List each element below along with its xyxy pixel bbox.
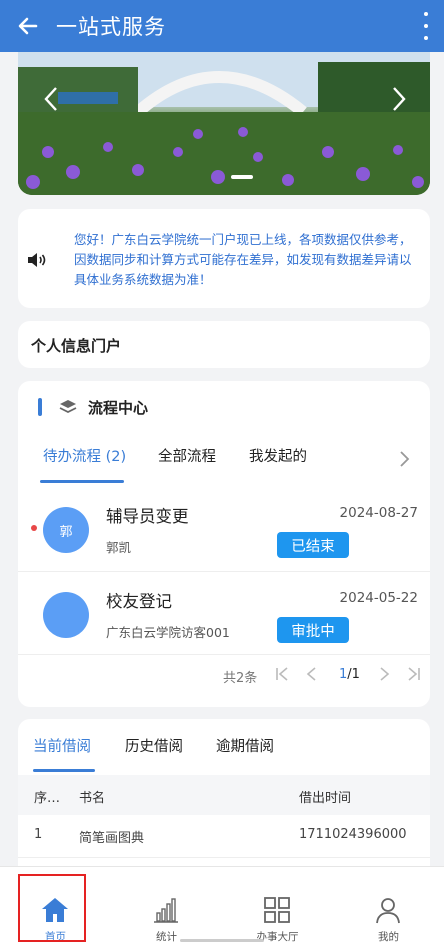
app-bar: 一站式服务: [0, 0, 444, 52]
carousel-indicator[interactable]: [231, 175, 253, 179]
back-arrow-icon: [18, 17, 38, 35]
process-title: 校友登记: [106, 592, 172, 611]
process-center-title: 流程中心: [88, 399, 149, 417]
table-row[interactable]: 1 简笔画图典 1711024396000: [18, 815, 430, 858]
process-tabs: 待办流程 (2) 全部流程 我发起的: [18, 445, 430, 485]
borrow-tabs: 当前借阅 历史借阅 逾期借阅: [18, 735, 430, 773]
column-header-book: 书名: [79, 791, 106, 806]
active-tab-underline: [40, 480, 124, 483]
active-tab-underline: [33, 769, 95, 772]
first-page-icon[interactable]: [274, 665, 290, 683]
gesture-bar: [180, 939, 264, 942]
prev-page-icon[interactable]: [304, 665, 320, 683]
tab-initiated[interactable]: 我发起的: [249, 445, 307, 466]
grid-icon: [264, 897, 290, 923]
unread-dot: [31, 525, 37, 531]
user-icon: [376, 898, 400, 924]
list-item[interactable]: 校友登记 2024-05-22 广东白云学院访客001 审批中: [18, 572, 430, 656]
tab-current-borrow[interactable]: 当前借阅: [33, 735, 91, 756]
section-accent-bar: [38, 398, 42, 416]
chevron-right-icon: [393, 87, 406, 111]
avatar: [43, 592, 89, 638]
speaker-icon: [28, 253, 46, 267]
process-center-card: 流程中心 待办流程 (2) 全部流程 我发起的 郭 辅导员变更 2024-08-…: [18, 381, 430, 707]
table-header: 序… 书名 借出时间: [18, 775, 430, 815]
chevron-left-icon: [44, 87, 57, 111]
status-button[interactable]: 审批中: [277, 617, 349, 643]
total-pages: /1: [347, 667, 360, 682]
nav-item-service-hall[interactable]: 办事大厅: [222, 867, 333, 945]
list-item[interactable]: 郭 辅导员变更 2024-08-27 郭凯 已结束: [18, 487, 430, 571]
process-date: 2024-08-27: [339, 505, 418, 521]
column-header-index: 序…: [34, 791, 61, 806]
nav-item-stats[interactable]: 统计: [111, 867, 222, 945]
page-number: 1/1: [339, 667, 360, 682]
process-person: 郭凯: [106, 540, 132, 555]
next-page-icon[interactable]: [376, 665, 392, 683]
page-title: 一站式服务: [56, 15, 166, 39]
process-title: 辅导员变更: [106, 507, 189, 526]
tab-history-borrow[interactable]: 历史借阅: [125, 735, 183, 756]
column-header-time: 借出时间: [299, 791, 352, 806]
bar-chart-icon: [154, 898, 178, 923]
nav-label: 我的: [378, 931, 399, 943]
cell-time: 1711024396000: [299, 827, 407, 842]
portal-title: 个人信息门户: [31, 337, 122, 355]
banner-prev-button[interactable]: [34, 82, 68, 116]
banner-next-button[interactable]: [382, 82, 416, 116]
tab-all[interactable]: 全部流程: [158, 445, 216, 466]
tab-overdue-borrow[interactable]: 逾期借阅: [216, 735, 274, 756]
pagination: 共2条 1/1: [18, 665, 430, 687]
notice-card: 您好！广东白云学院统一门户现已上线，各项数据仅供参考，因数据同步和计算方式可能存…: [18, 209, 430, 308]
banner-carousel[interactable]: [18, 52, 430, 195]
back-button[interactable]: [0, 0, 56, 52]
borrow-card: 当前借阅 历史借阅 逾期借阅 序… 书名 借出时间 1 简笔画图典 171102…: [18, 719, 430, 879]
chevron-right-icon[interactable]: [398, 449, 412, 469]
pagination-total: 共2条: [223, 671, 258, 686]
status-button[interactable]: 已结束: [277, 532, 349, 558]
layers-icon: [59, 400, 77, 414]
personal-portal-card[interactable]: 个人信息门户: [18, 321, 430, 368]
more-vertical-icon[interactable]: [418, 12, 434, 40]
home-highlight-box: [18, 874, 86, 942]
tab-pending[interactable]: 待办流程 (2): [43, 445, 126, 466]
banner-image: [18, 52, 430, 195]
notice-text: 您好！广东白云学院统一门户现已上线，各项数据仅供参考，因数据同步和计算方式可能存…: [74, 232, 412, 287]
cell-index: 1: [34, 827, 43, 842]
process-date: 2024-05-22: [339, 590, 418, 606]
last-page-icon[interactable]: [406, 665, 422, 683]
nav-item-mine[interactable]: 我的: [333, 867, 444, 945]
avatar: 郭: [43, 507, 89, 553]
process-person: 广东白云学院访客001: [106, 625, 230, 640]
cell-book: 简笔画图典: [79, 831, 145, 846]
divider: [18, 654, 430, 655]
